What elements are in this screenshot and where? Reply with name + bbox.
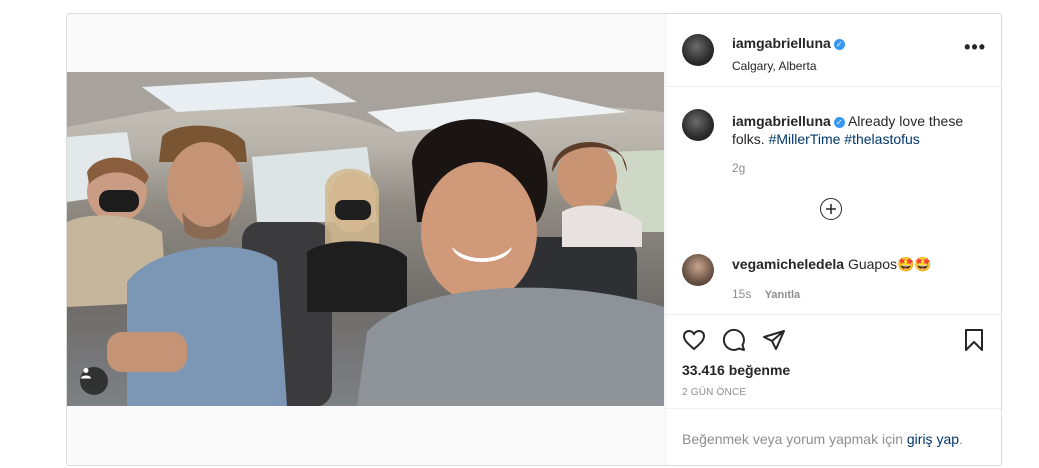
plus-circle-icon[interactable] xyxy=(820,198,842,220)
post-media xyxy=(67,14,665,465)
like-count[interactable]: 33.416 beğenme xyxy=(682,362,790,378)
login-prompt-suffix: . xyxy=(959,431,963,447)
comment-text: Guapos xyxy=(847,256,897,272)
login-prompt-text: Beğenmek veya yorum yapmak için giriş ya… xyxy=(682,431,963,447)
plus-glyph xyxy=(826,204,836,214)
share-icon[interactable] xyxy=(762,328,786,357)
comment-time: 15s xyxy=(732,287,752,301)
post-actions: 33.416 beğenme 2 GÜN ÖNCE xyxy=(666,314,1001,415)
car-selfie-illustration xyxy=(67,72,664,406)
caption-username[interactable]: iamgabrielluna xyxy=(732,113,831,129)
comment-body: vegamicheledela Guapos🤩🤩 xyxy=(732,256,932,273)
author-info: iamgabrielluna ✓ Calgary, Alberta xyxy=(732,35,845,73)
caption-avatar[interactable] xyxy=(682,109,714,141)
hashtag-link[interactable]: #thelastofus xyxy=(844,131,920,147)
heart-icon[interactable] xyxy=(682,328,706,357)
bookmark-icon[interactable] xyxy=(962,328,986,357)
post-photo[interactable] xyxy=(67,72,664,406)
verified-badge-icon: ✓ xyxy=(833,39,845,50)
post-date[interactable]: 2 GÜN ÖNCE xyxy=(682,387,746,398)
commenter-username[interactable]: vegamicheledela xyxy=(732,256,844,272)
post-location[interactable]: Calgary, Alberta xyxy=(732,59,845,73)
reply-button[interactable]: Yanıtla xyxy=(765,289,800,301)
comment-emoji: 🤩🤩 xyxy=(897,256,932,272)
author-username[interactable]: iamgabrielluna xyxy=(732,35,831,51)
comment-icon[interactable] xyxy=(722,328,746,357)
verified-badge-icon: ✓ xyxy=(833,117,845,128)
tagged-users-button[interactable] xyxy=(80,367,108,395)
login-prompt: Beğenmek veya yorum yapmak için giriş ya… xyxy=(666,408,1001,465)
user-tag-icon xyxy=(81,368,91,379)
login-prompt-prefix: Beğenmek veya yorum yapmak için xyxy=(682,431,903,447)
caption-time: 2g xyxy=(732,161,746,175)
login-link[interactable]: giriş yap xyxy=(907,431,959,447)
author-avatar[interactable] xyxy=(682,34,714,66)
hashtag-link[interactable]: #MillerTime xyxy=(769,131,841,147)
more-options-icon[interactable]: ••• xyxy=(964,38,986,56)
caption-text-block: iamgabrielluna ✓ Already love these folks… xyxy=(732,112,982,148)
commenter-avatar[interactable] xyxy=(682,254,714,286)
comment-meta: 15s Yanıtla xyxy=(732,287,800,301)
instagram-post: iamgabrielluna ✓ Calgary, Alberta ••• iam… xyxy=(66,13,1002,466)
post-sidebar: iamgabrielluna ✓ Calgary, Alberta ••• iam… xyxy=(665,14,1001,465)
post-header: iamgabrielluna ✓ Calgary, Alberta ••• xyxy=(666,14,1001,87)
